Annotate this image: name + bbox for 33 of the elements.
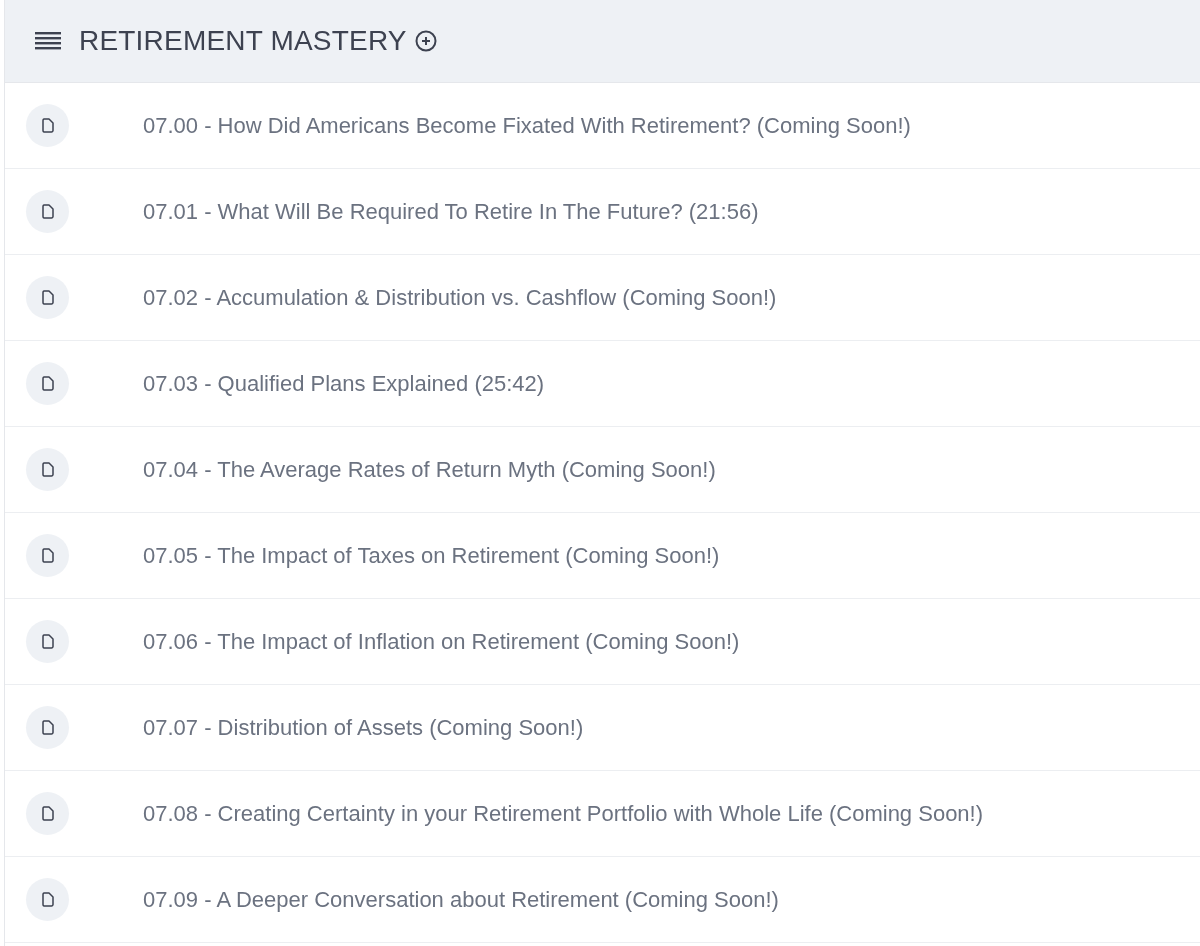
document-icon xyxy=(41,634,54,649)
lesson-row[interactable]: 07.05 - The Impact of Taxes on Retirement (Coming Soon!) xyxy=(5,513,1200,599)
lesson-title: 07.05 - The Impact of Taxes on Retirement (Coming Soon!) xyxy=(143,542,720,569)
document-icon xyxy=(41,806,54,821)
lesson-title: 07.04 - The Average Rates of Return Myth (Coming Soon!) xyxy=(143,456,716,483)
lesson-row[interactable]: 07.00 - How Did Americans Become Fixated With Retirement? (Coming Soon!) xyxy=(5,83,1200,169)
lesson-title: 07.03 - Qualified Plans Explained (25:42) xyxy=(143,370,545,397)
lesson-title: 07.02 - Accumulation & Distribution vs. Cashflow (Coming Soon!) xyxy=(143,284,777,311)
lesson-title: 07.01 - What Will Be Required To Retire In The Future? (21:56) xyxy=(143,198,759,225)
document-icon xyxy=(41,290,54,305)
plus-circle-icon[interactable] xyxy=(414,30,437,52)
menu-icon[interactable] xyxy=(35,31,61,51)
lesson-row[interactable]: 07.01 - What Will Be Required To Retire In The Future? (21:56) xyxy=(5,169,1200,255)
document-icon xyxy=(41,892,54,907)
lesson-title: 07.08 - Creating Certainty in your Retirement Portfolio with Whole Life (Coming Soon!) xyxy=(143,800,984,827)
document-icon xyxy=(41,548,54,563)
lesson-row[interactable]: 07.04 - The Average Rates of Return Myth (Coming Soon!) xyxy=(5,427,1200,513)
lesson-row[interactable]: 07.09 - A Deeper Conversation about Retirement (Coming Soon!) xyxy=(5,857,1200,943)
lesson-row[interactable]: 07.08 - Creating Certainty in your Retirement Portfolio with Whole Life (Coming Soon!) xyxy=(5,771,1200,857)
lesson-title: 07.00 - How Did Americans Become Fixated With Retirement? (Coming Soon!) xyxy=(143,112,911,139)
document-icon xyxy=(41,204,54,219)
lesson-row[interactable]: 07.06 - The Impact of Inflation on Retirement (Coming Soon!) xyxy=(5,599,1200,685)
lesson-row[interactable]: 07.02 - Accumulation & Distribution vs. Cashflow (Coming Soon!) xyxy=(5,255,1200,341)
lesson-row[interactable]: 07.03 - Qualified Plans Explained (25:42) xyxy=(5,341,1200,427)
document-icon xyxy=(41,462,54,477)
lesson-row[interactable]: 07.07 - Distribution of Assets (Coming Soon!) xyxy=(5,685,1200,771)
lesson-title: 07.09 - A Deeper Conversation about Retirement (Coming Soon!) xyxy=(143,886,779,913)
document-icon xyxy=(41,376,54,391)
document-icon xyxy=(41,118,54,133)
lesson-title: 07.07 - Distribution of Assets (Coming Soon!) xyxy=(143,714,584,741)
document-icon xyxy=(41,720,54,735)
lesson-title: 07.06 - The Impact of Inflation on Retirement (Coming Soon!) xyxy=(143,628,740,655)
section-title: RETIREMENT MASTERY xyxy=(79,25,407,57)
